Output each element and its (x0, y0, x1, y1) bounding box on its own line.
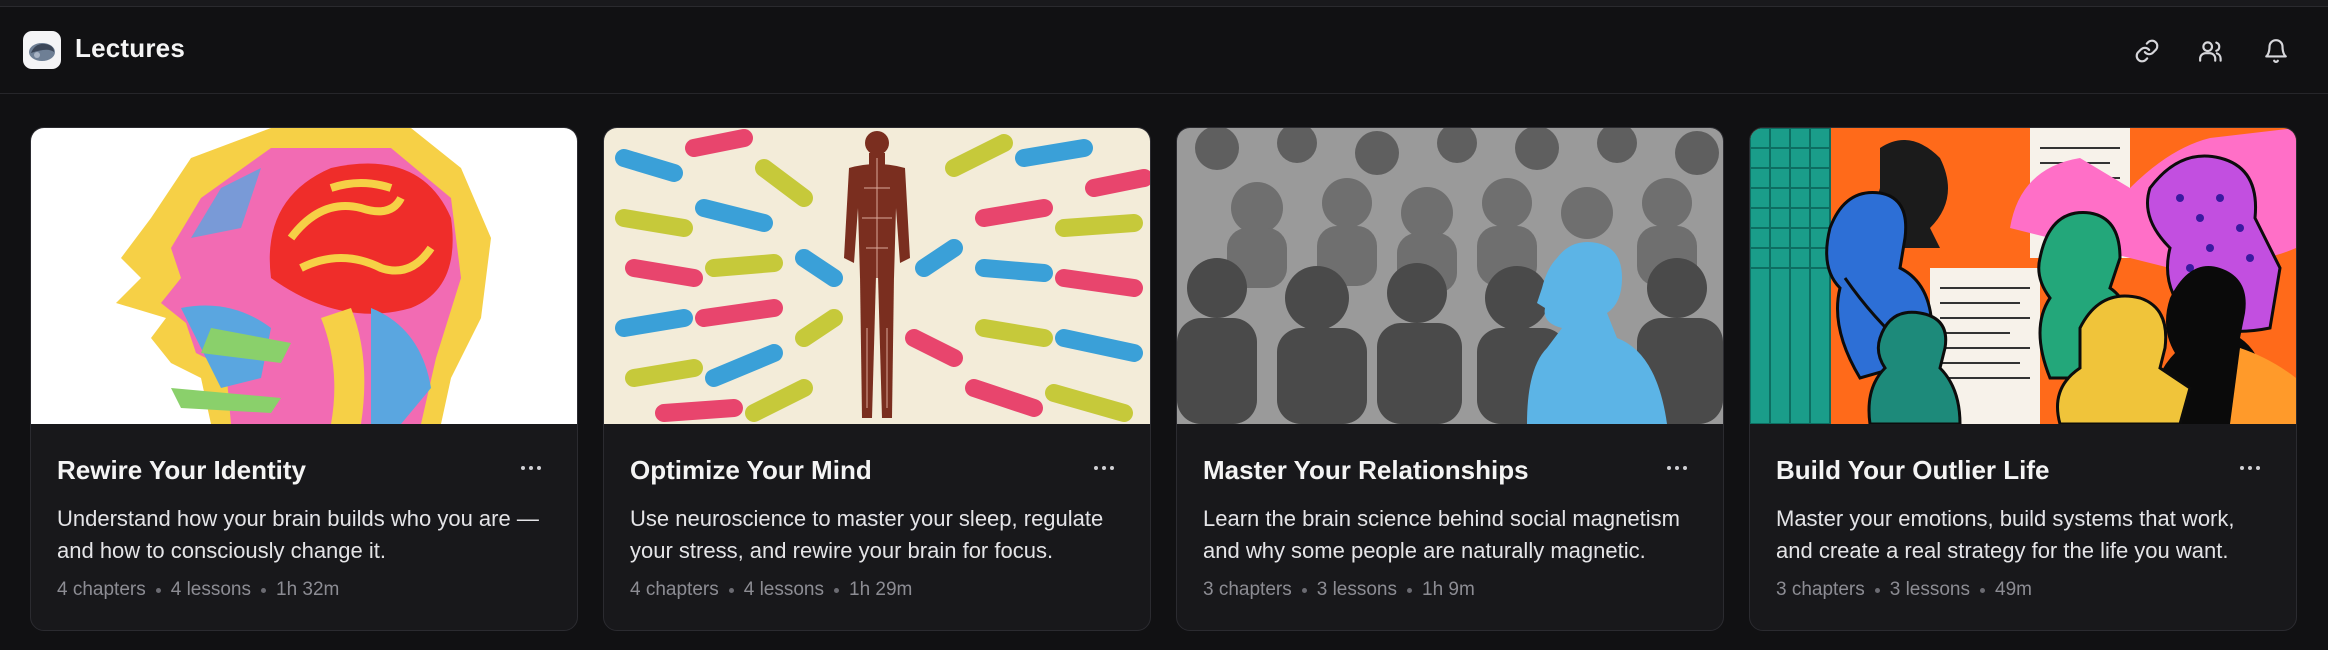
chapters-count: 3 chapters (1203, 579, 1292, 600)
course-title: Optimize Your Mind (630, 455, 872, 485)
course-title: Rewire Your Identity (57, 455, 306, 485)
users-icon (2199, 41, 2222, 62)
lessons-count: 4 lessons (170, 579, 252, 600)
chapters-count: 3 chapters (1776, 579, 1865, 600)
course-meta: 3 chapters 3 lessons 1h 9m (1203, 579, 1475, 601)
course-thumbnail (604, 128, 1150, 424)
members-button[interactable] (2194, 33, 2230, 69)
separator-dot (261, 587, 267, 593)
course-thumbnail (1750, 128, 2296, 424)
course-card[interactable]: Rewire Your Identity Understand how your… (30, 127, 578, 631)
more-options-button[interactable] (1657, 450, 1697, 486)
course-description: Use neuroscience to master your sleep, r… (630, 506, 1104, 563)
chapters-count: 4 chapters (630, 579, 719, 600)
link-icon (2135, 39, 2159, 63)
more-icon (2240, 466, 2244, 470)
lessons-count: 3 lessons (1889, 579, 1971, 600)
separator-dot (728, 587, 734, 593)
separator-dot (1301, 587, 1307, 593)
course-card[interactable]: Master Your Relationships Learn the brai… (1176, 127, 1724, 631)
page-title: Lectures (75, 33, 185, 63)
more-options-button[interactable] (511, 450, 551, 486)
separator-dot (1874, 587, 1880, 593)
more-icon (1667, 466, 1671, 470)
lessons-count: 3 lessons (1316, 579, 1398, 600)
course-meta: 4 chapters 4 lessons 1h 32m (57, 579, 339, 601)
course-thumbnail (1177, 128, 1723, 424)
top-bar (0, 0, 2328, 7)
copy-link-button[interactable] (2129, 33, 2165, 69)
course-description: Understand how your brain builds who you… (57, 506, 539, 563)
lessons-count: 4 lessons (743, 579, 825, 600)
course-description: Learn the brain science behind social ma… (1203, 506, 1680, 563)
duration: 1h 9m (1422, 579, 1475, 600)
separator-dot (1980, 587, 1986, 593)
bell-icon (2265, 39, 2287, 63)
page-header: Lectures (0, 7, 2328, 94)
course-title: Master Your Relationships (1203, 455, 1529, 485)
duration: 1h 29m (849, 579, 913, 600)
more-icon (521, 466, 525, 470)
course-card[interactable]: Optimize Your Mind Use neuroscience to m… (603, 127, 1151, 631)
more-options-button[interactable] (2230, 450, 2270, 486)
duration: 1h 32m (276, 579, 340, 600)
course-meta: 3 chapters 3 lessons 49m (1776, 579, 2032, 601)
separator-dot (834, 587, 840, 593)
notifications-button[interactable] (2258, 33, 2294, 69)
chapters-count: 4 chapters (57, 579, 146, 600)
course-thumbnail (31, 128, 577, 424)
separator-dot (155, 587, 161, 593)
course-description: Master your emotions, build systems that… (1776, 506, 2235, 563)
separator-dot (1407, 587, 1413, 593)
more-options-button[interactable] (1084, 450, 1124, 486)
course-title: Build Your Outlier Life (1776, 455, 2050, 485)
app-logo[interactable] (23, 31, 61, 69)
course-card[interactable]: Build Your Outlier Life Master your emot… (1749, 127, 2297, 631)
more-icon (1094, 466, 1098, 470)
course-meta: 4 chapters 4 lessons 1h 29m (630, 579, 912, 601)
duration: 49m (1995, 579, 2032, 600)
